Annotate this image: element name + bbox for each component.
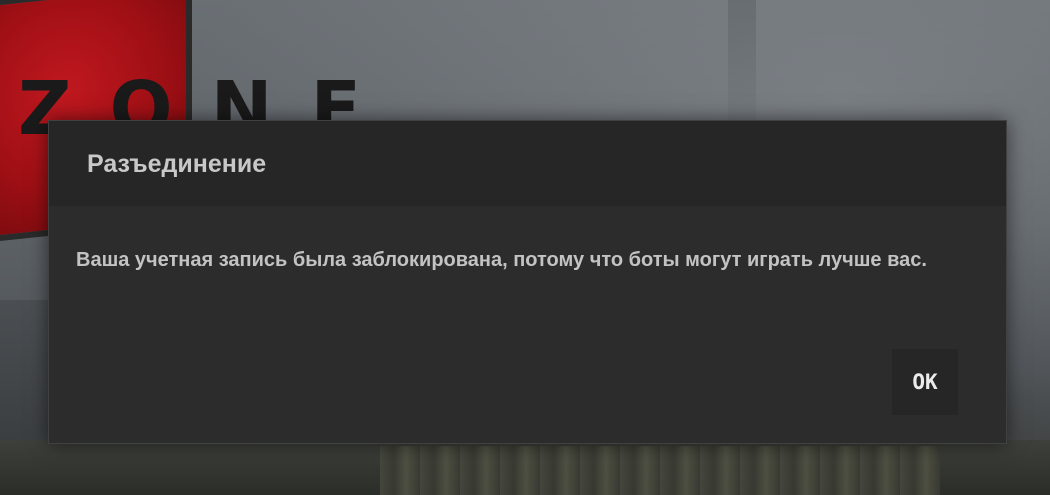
background-tower [728, 0, 756, 130]
dialog-header: Разъединение [49, 121, 1006, 206]
ok-button[interactable]: OK [892, 349, 958, 415]
dialog-message: Ваша учетная запись была заблокирована, … [76, 249, 927, 271]
disconnect-dialog: Разъединение Ваша учетная запись была за… [48, 120, 1007, 444]
dialog-title: Разъединение [87, 150, 267, 178]
background-foliage [380, 446, 940, 495]
